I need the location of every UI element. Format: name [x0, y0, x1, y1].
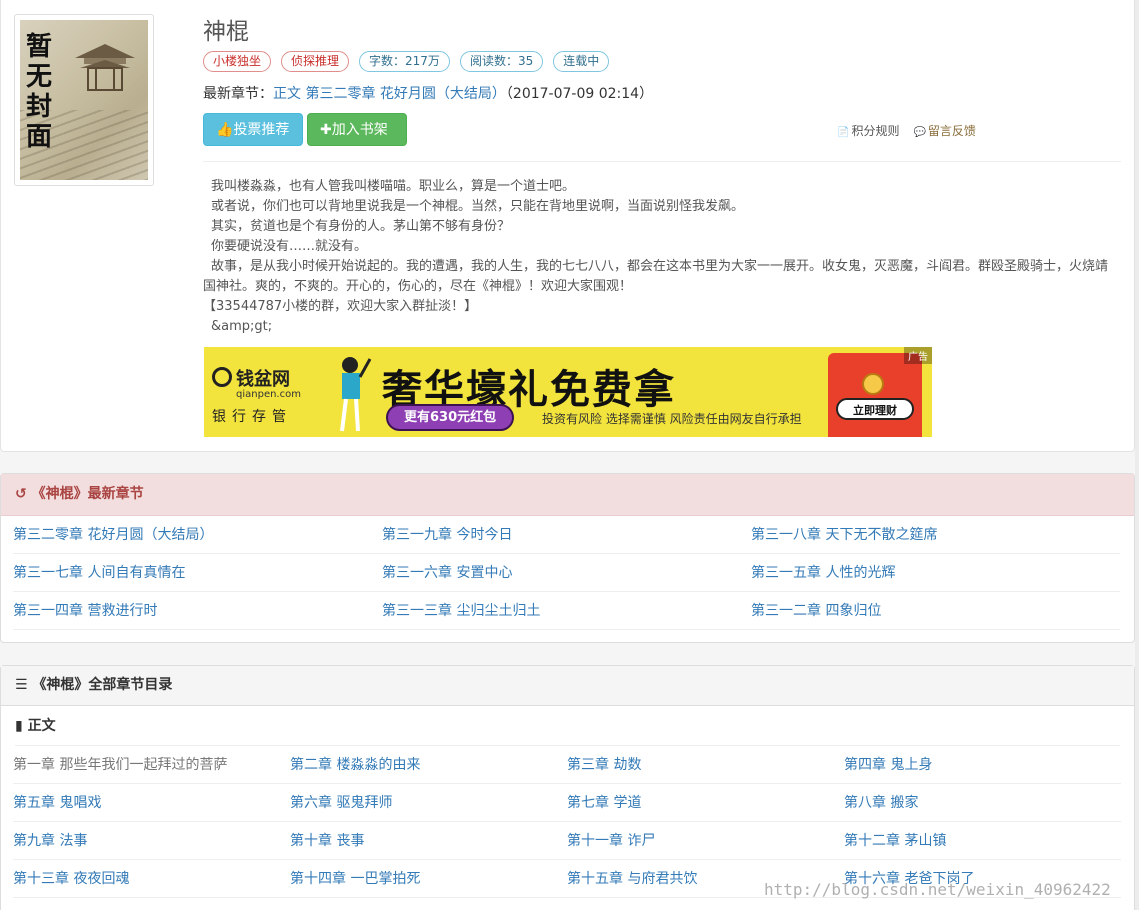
intro-line: 故事，是从我小时候开始说起的。我的遭遇，我的人生，我的七七八八，都会在这本书里为… — [203, 259, 1109, 294]
book-info-panel: 暂无封面 神棍 小楼独坐 侦探推理 字数：217万 阅读数：35 连载中 最新章… — [0, 0, 1135, 452]
category-tag[interactable]: 侦探推理 — [281, 51, 350, 72]
word-count-tag: 字数：217万 — [359, 51, 450, 72]
list-icon: ☰ — [15, 677, 28, 693]
latest-chapters-panel: ↺ 《神棍》最新章节 第三二零章 花好月圆（大结局） 第三一九章 今时今日 第三… — [0, 473, 1135, 643]
chapter-link[interactable]: 第五章 鬼唱戏 — [13, 784, 290, 822]
vote-label: 投票推荐 — [233, 122, 290, 138]
chapter-link[interactable]: 第十章 丧事 — [290, 822, 567, 860]
latest-panel-header: ↺ 《神棍》最新章节 — [1, 474, 1134, 516]
chapter-link[interactable]: 第三一五章 人性的光辉 — [751, 554, 1120, 592]
intro-line: 或者说，你们也可以背地里说我是一个神棍。当然，只能在背地里说啊，当面说别怪我发飙… — [211, 199, 745, 214]
cover-text: 暂无封面 — [26, 32, 53, 152]
ad-banner[interactable]: 钱盆网 qianpen.com 银行存管 奢华壕礼免费拿 更有630元红包 投资… — [204, 347, 932, 437]
feedback-link[interactable]: 💬 留言反馈 — [913, 122, 975, 139]
chapter-link[interactable]: 第九章 法事 — [13, 822, 290, 860]
latest-chapter-line: 最新章节：正文 第三二零章 花好月圆（大结局）（2017-07-09 02:14… — [203, 83, 653, 103]
chapter-link[interactable]: 第二章 楼淼淼的由来 — [290, 746, 567, 784]
divider — [203, 161, 1121, 162]
thumbs-up-icon: 👍 — [216, 122, 234, 138]
all-panel-header: ☰ 《神棍》全部章节目录 — [1, 666, 1134, 706]
book-intro: 我叫楼淼淼，也有人管我叫楼喵喵。职业么，算是一个道士吧。 或者说，你们也可以背地… — [203, 177, 1113, 337]
chapter-link[interactable]: 第三一六章 安置中心 — [382, 554, 751, 592]
chapter-link[interactable]: 第六章 驱鬼拜师 — [290, 784, 567, 822]
chapter-link[interactable]: 第三一九章 今时今日 — [382, 516, 751, 554]
chapter-link[interactable]: 第三一二章 四象归位 — [751, 592, 1120, 630]
latest-chapter-grid: 第三二零章 花好月圆（大结局） 第三一九章 今时今日 第三一八章 天下无不散之筵… — [1, 516, 1134, 630]
chapter-link[interactable]: 第八章 搬家 — [844, 784, 1121, 822]
ad-cta[interactable]: 立即理财 — [836, 398, 914, 420]
chapter-link[interactable]: 第四章 鬼上身 — [844, 746, 1121, 784]
vote-button[interactable]: 👍投票推荐 — [203, 113, 303, 146]
chapter-link[interactable]: 第十三章 夜夜回魂 — [13, 860, 290, 898]
all-chapters-panel: ☰ 《神棍》全部章节目录 ▮ 正文 第一章 那些年我们一起拜过的菩萨 第二章 楼… — [0, 665, 1135, 910]
ad-logo: 钱盆网 qianpen.com 银行存管 — [212, 365, 312, 426]
intro-line: 你要硬说没有……就没有。 — [211, 239, 368, 254]
ad-brand: 钱盆网 — [236, 369, 290, 390]
ad-sub: 银行存管 — [212, 409, 292, 425]
shelf-label: 加入书架 — [331, 122, 388, 138]
latest-panel-title: 《神棍》最新章节 — [31, 486, 144, 502]
pagoda-illustration — [75, 44, 135, 91]
status-tag: 连载中 — [553, 51, 610, 72]
comment-icon: 💬 — [913, 127, 926, 138]
watermark: http://blog.csdn.net/weixin_40962422 — [764, 880, 1111, 899]
volume-heading: ▮ 正文 — [15, 706, 1120, 746]
chapter-link[interactable]: 第三一八章 天下无不散之筵席 — [751, 516, 1120, 554]
ad-disclaimer: 投资有风险 选择需谨慎 风险责任由网友自行承担 — [542, 412, 802, 426]
ad-badge: 广告 — [904, 347, 932, 364]
book-cover[interactable]: 暂无封面 — [14, 14, 154, 186]
latest-chapter-link[interactable]: 正文 第三二零章 花好月圆（大结局） — [273, 86, 506, 102]
latest-label: 最新章节： — [203, 86, 273, 102]
chapter-link[interactable]: 第三二零章 花好月圆（大结局） — [13, 516, 382, 554]
history-icon: ↺ — [15, 486, 27, 502]
scrollbar[interactable] — [1135, 0, 1139, 910]
intro-line: &amp;gt; — [211, 319, 273, 334]
add-to-shelf-button[interactable]: ✚加入书架 — [307, 113, 407, 146]
chapter-link[interactable]: 第三一四章 营救进行时 — [13, 592, 382, 630]
points-rules-link[interactable]: 📄 积分规则 — [837, 122, 899, 139]
chapter-link[interactable]: 第七章 学道 — [567, 784, 844, 822]
read-count-tag: 阅读数：35 — [459, 51, 544, 72]
bookmark-icon: ▮ — [15, 718, 23, 734]
ad-figure-illustration — [340, 357, 372, 432]
chapter-link[interactable]: 第十二章 茅山镇 — [844, 822, 1121, 860]
coin-icon — [862, 373, 884, 395]
plus-icon: ✚ — [320, 122, 332, 138]
ad-red-packet-pill: 更有630元红包 — [386, 404, 515, 431]
chapter-link[interactable]: 第三章 劫数 — [567, 746, 844, 784]
intro-line: 【33544787小楼的群，欢迎大家入群扯淡！】 — [203, 299, 478, 314]
file-icon: 📄 — [837, 127, 850, 138]
chapter-link[interactable]: 第三一三章 尘归尘土归土 — [382, 592, 751, 630]
intro-line: 其实，贫道也是个有身份的人。茅山第不够有身份？ — [211, 219, 511, 234]
volume-title: 正文 — [27, 718, 56, 734]
latest-time: （2017-07-09 02:14） — [505, 86, 654, 102]
all-panel-title: 《神棍》全部章节目录 — [32, 677, 173, 693]
book-title: 神棍 — [203, 19, 249, 45]
book-tags: 小楼独坐 侦探推理 字数：217万 阅读数：35 连载中 — [203, 51, 610, 72]
all-chapter-grid: 第一章 那些年我们一起拜过的菩萨 第二章 楼淼淼的由来 第三章 劫数 第四章 鬼… — [1, 746, 1134, 898]
points-rules-label: 积分规则 — [851, 124, 900, 138]
author-tag[interactable]: 小楼独坐 — [203, 51, 272, 72]
logo-circle-icon — [212, 367, 232, 387]
feedback-label: 留言反馈 — [927, 124, 976, 138]
chapter-link[interactable]: 第十四章 一巴掌拍死 — [290, 860, 567, 898]
chapter-link[interactable]: 第一章 那些年我们一起拜过的菩萨 — [13, 746, 290, 784]
small-links: 📄 积分规则 💬 留言反馈 — [837, 122, 976, 139]
red-envelope-icon: 立即理财 — [828, 353, 922, 437]
chapter-link[interactable]: 第三一七章 人间自有真情在 — [13, 554, 382, 592]
cover-image: 暂无封面 — [20, 20, 148, 180]
intro-line: 我叫楼淼淼，也有人管我叫楼喵喵。职业么，算是一个道士吧。 — [211, 179, 576, 194]
chapter-link[interactable]: 第十一章 诈尸 — [567, 822, 844, 860]
ad-domain: qianpen.com — [236, 389, 301, 400]
